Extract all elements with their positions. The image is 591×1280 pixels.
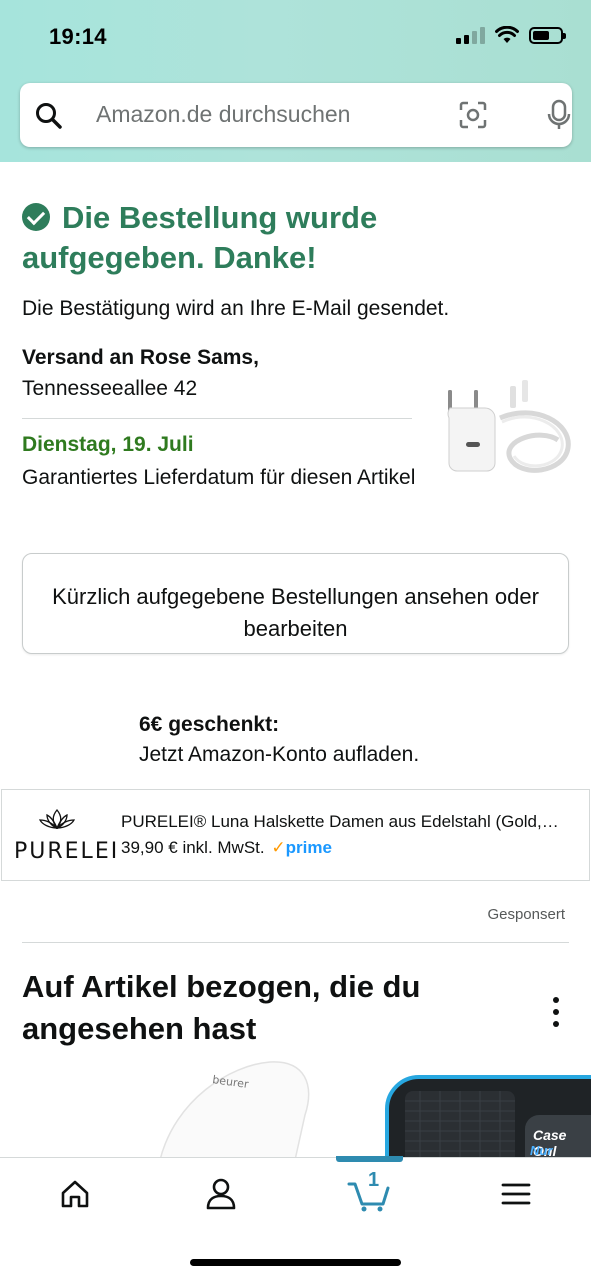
tab-home[interactable] [45,1172,105,1216]
search-bar[interactable] [20,83,572,147]
search-icon [36,103,62,129]
product-image-charger[interactable] [440,378,572,482]
user-icon [206,1178,236,1210]
cellular-signal-icon [456,26,485,44]
check-circle-icon [22,203,50,231]
lotus-icon [38,808,76,830]
search-input[interactable] [96,101,456,128]
ad-product-title[interactable]: PURELEI® Luna Halskette Damen aus Edelst… [121,812,581,832]
status-icons [456,26,566,44]
ship-to-address: Tennesseeallee 42 [22,377,198,400]
divider [22,418,412,419]
more-options-icon[interactable] [551,997,561,1027]
header: 19:14 [0,0,591,162]
wifi-icon [495,26,519,43]
hamburger-menu-icon [501,1183,531,1205]
promo-subtitle[interactable]: Jetzt Amazon-Konto aufladen. [139,743,419,767]
ship-to-name: Versand an Rose Sams, [22,346,259,369]
recommendations-title: Auf Artikel bezogen, die du angesehen ha… [22,969,421,1046]
tab-menu[interactable] [486,1172,546,1216]
battery-icon [529,26,566,44]
status-time: 19:14 [49,24,107,49]
view-recent-orders-button[interactable]: Kürzlich aufgegebene Bestellungen ansehe… [22,553,569,654]
active-tab-indicator [336,1156,403,1162]
confirmation-title: Die Bestellung wurde aufgegeben. Danke! [22,200,378,275]
order-confirmation: Die Bestellung wurde aufgegeben. Danke! [22,198,562,278]
delivery-note: Garantiertes Lieferdatum für diesen Arti… [22,466,416,489]
prime-check-icon: ✓ [271,838,286,857]
divider [22,942,569,943]
home-icon [61,1180,89,1208]
promo-title[interactable]: 6€ geschenkt: [139,713,279,737]
home-indicator[interactable] [190,1259,401,1266]
sponsored-ad-banner[interactable]: PURELEI PURELEI® Luna Halskette Damen au… [1,789,590,881]
tab-account[interactable] [191,1172,251,1216]
recommended-product-beurer[interactable]: beurer [120,1060,320,1160]
brand-name: PURELEI [14,839,120,864]
prime-badge: ✓prime [271,838,332,857]
cart-count-badge: 1 [368,1169,380,1191]
ad-price-line: 39,90 € inkl. MwSt. ✓prime [121,838,332,858]
microphone-icon[interactable] [544,99,574,131]
camera-scan-icon[interactable] [458,100,488,130]
ad-price: 39,90 € inkl. MwSt. [121,838,265,857]
confirmation-email-note: Die Bestätigung wird an Ihre E-Mail gese… [22,297,450,320]
sponsored-label[interactable]: Gesponsert [487,906,565,923]
delivery-date: Dienstag, 19. Juli [22,433,194,456]
brand-logo: PURELEI [14,808,120,864]
